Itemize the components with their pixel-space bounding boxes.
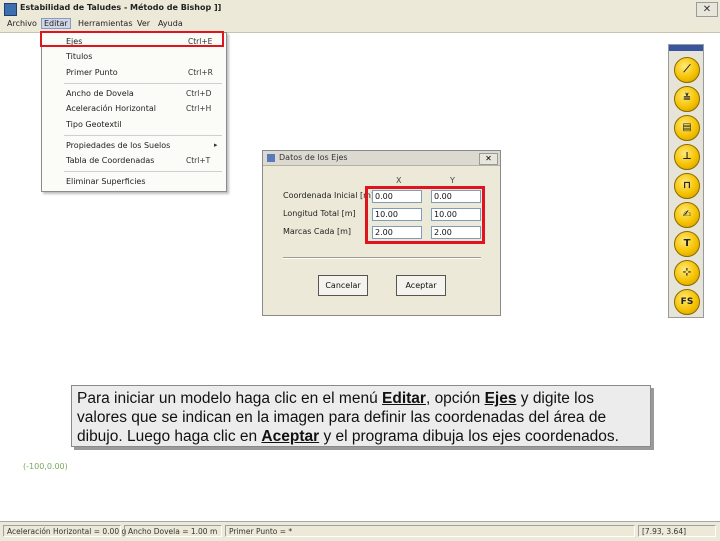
status-bar: Aceleración Horizontal = 0.00 g Ancho Do… — [0, 521, 720, 541]
title-bar: Estabilidad de Taludes - Método de Bisho… — [0, 0, 720, 18]
text-icon[interactable]: T — [674, 231, 700, 257]
close-window-button[interactable]: ✕ — [696, 2, 718, 17]
layers-icon[interactable]: ⊥ — [674, 144, 700, 170]
scale-icon[interactable]: ≚ — [674, 86, 700, 112]
menu-item-tipo-geotextil[interactable]: Tipo Geotextil — [66, 120, 122, 129]
status-horizontal-accel: Aceleración Horizontal = 0.00 g — [3, 525, 126, 537]
menu-archivo[interactable]: Archivo — [7, 19, 37, 28]
menu-item-tabla-coordenadas[interactable]: Tabla de Coordenadas — [66, 156, 154, 165]
dialog-title: Datos de los Ejes — [279, 153, 348, 162]
caption-text: , opción — [425, 390, 485, 407]
menu-item-primer-punto[interactable]: Primer Punto — [66, 68, 118, 77]
dialog-separator — [283, 257, 481, 259]
shortcut-tabla-coordenadas: Ctrl+T — [186, 156, 211, 165]
caption-ejes: Ejes — [484, 390, 517, 407]
menu-separator — [64, 135, 222, 136]
label-longitud-total: Longitud Total [m] — [283, 209, 356, 218]
dialog-close-button[interactable]: ✕ — [479, 153, 498, 165]
label-marcas-cada: Marcas Cada [m] — [283, 227, 351, 236]
dialog-icon — [267, 154, 275, 162]
menu-item-titulos[interactable]: Titulos — [66, 52, 92, 61]
shortcut-aceleracion: Ctrl+H — [186, 104, 212, 113]
origin-coordinate-label: (-100,0.00) — [23, 462, 68, 471]
menu-separator — [64, 83, 222, 84]
cancel-button[interactable]: Cancelar — [318, 275, 368, 296]
menu-separator — [64, 171, 222, 172]
menu-editar[interactable]: Editar — [41, 18, 71, 29]
app-icon — [4, 3, 17, 16]
tool-palette: ⟋ ≚ ▤ ⊥ ⊓ ✍ T ⊹ FS — [668, 44, 704, 318]
submenu-arrow-icon: ▸ — [214, 141, 218, 149]
slope-icon[interactable]: ⟋ — [674, 57, 700, 83]
edit-menu-dropdown: Ejes Ctrl+E Titulos Primer Punto Ctrl+R … — [41, 32, 227, 192]
menu-item-eliminar-superficies[interactable]: Eliminar Superficies — [66, 177, 146, 186]
highlight-axis-fields — [365, 186, 485, 244]
caption-text: Para iniciar un modelo haga clic en el m… — [77, 390, 383, 407]
fs-icon[interactable]: FS — [674, 289, 700, 315]
axis-icon[interactable]: ⊹ — [674, 260, 700, 286]
window-title: Estabilidad de Taludes - Método de Bisho… — [20, 3, 222, 12]
menu-item-ancho-dovela[interactable]: Ancho de Dovela — [66, 89, 134, 98]
column-header-x: X — [396, 176, 402, 185]
dialog-title-bar: Datos de los Ejes ✕ — [263, 151, 500, 166]
menu-item-propiedades-suelos[interactable]: Propiedades de los Suelos — [66, 141, 170, 150]
bracket-icon[interactable]: ⊓ — [674, 173, 700, 199]
hand-icon[interactable]: ✍ — [674, 202, 700, 228]
shortcut-ancho-dovela: Ctrl+D — [186, 89, 212, 98]
shortcut-primer-punto: Ctrl+R — [188, 68, 213, 77]
menu-ayuda[interactable]: Ayuda — [158, 19, 183, 28]
column-header-y: Y — [450, 176, 455, 185]
status-slice-width: Ancho Dovela = 1.00 m — [124, 525, 222, 537]
menu-ver[interactable]: Ver — [137, 19, 150, 28]
status-coordinates: [7.93, 3.64] — [638, 525, 716, 537]
grid-icon[interactable]: ▤ — [674, 115, 700, 141]
label-coordenada-inicial: Coordenada Inicial [m] — [283, 191, 374, 200]
menu-item-aceleracion-horizontal[interactable]: Aceleración Horizontal — [66, 104, 156, 113]
menu-herramientas[interactable]: Herramientas — [78, 19, 133, 28]
caption-editar: Editar — [382, 390, 426, 407]
tool-palette-header — [669, 45, 703, 51]
accept-button[interactable]: Aceptar — [396, 275, 446, 296]
caption-aceptar: Aceptar — [261, 428, 320, 445]
caption-text: y el programa dibuja los ejes coordenado… — [319, 428, 619, 445]
instruction-caption: Para iniciar un modelo haga clic en el m… — [71, 385, 651, 447]
highlight-ejes-menu-item — [40, 31, 224, 47]
status-first-point: Primer Punto = * — [225, 525, 635, 537]
